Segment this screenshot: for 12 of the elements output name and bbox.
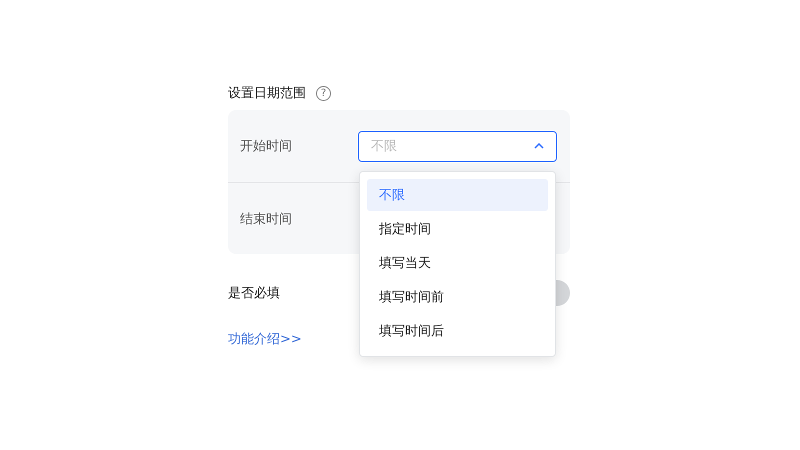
chevron-icon xyxy=(534,143,544,149)
dropdown-option[interactable]: 填写当天 xyxy=(367,247,548,279)
intro-link[interactable]: 功能介绍>> xyxy=(228,330,302,348)
dropdown-option[interactable]: 填写时间前 xyxy=(367,281,548,313)
field-label: 结束时间 xyxy=(240,210,293,228)
field-label: 开始时间 xyxy=(240,138,293,155)
section-title: 设置日期范围 xyxy=(228,85,306,102)
dropdown-option[interactable]: 指定时间 xyxy=(367,213,548,245)
dropdown-option[interactable]: 填写时间后 xyxy=(367,315,548,347)
dropdown-option[interactable]: 不限 xyxy=(367,179,548,211)
field-label: 是否必填 xyxy=(228,285,280,302)
help-icon[interactable]: ? xyxy=(316,86,331,100)
